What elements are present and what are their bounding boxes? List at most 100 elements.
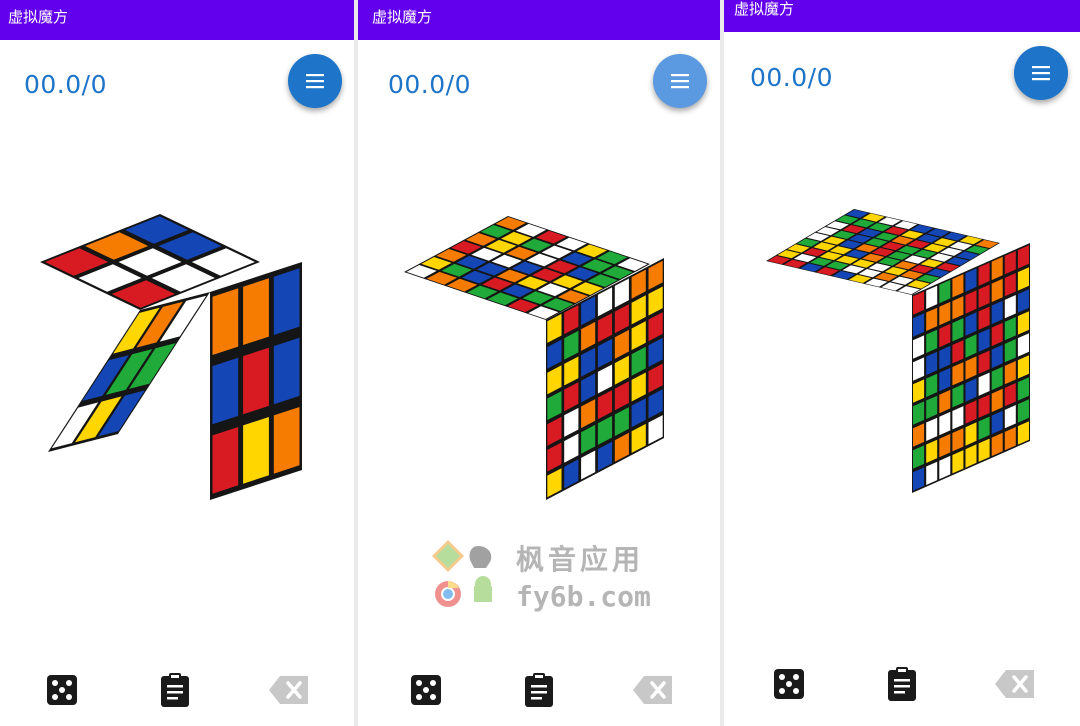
scramble-button[interactable] — [406, 670, 446, 710]
front-face-sticker — [489, 354, 507, 370]
menu-icon — [1032, 66, 1050, 81]
history-button[interactable] — [519, 670, 559, 710]
front-face-sticker — [867, 325, 881, 339]
front-face-sticker — [807, 385, 821, 399]
menu-button[interactable] — [288, 54, 342, 108]
front-face-sticker — [432, 405, 449, 420]
clipboard-icon — [161, 673, 189, 707]
front-face-sticker — [882, 310, 896, 324]
front-face-sticker — [837, 355, 851, 369]
app-title: 虚拟魔方 — [372, 8, 433, 26]
cube-panel-9x9: 虚拟魔方 00.0/0 — [724, 0, 1080, 726]
backspace-icon — [633, 676, 672, 704]
timer-display: 00.0/0 — [24, 70, 107, 99]
front-face-sticker — [489, 354, 507, 370]
bottom-toolbar — [724, 664, 1080, 704]
front-face-sticker — [432, 405, 449, 420]
front-face-sticker — [852, 340, 866, 354]
app-bar: 虚拟魔方 — [724, 0, 1080, 32]
timer-display: 00.0/0 — [388, 70, 471, 99]
front-face-sticker — [852, 340, 866, 354]
backspace-button[interactable] — [630, 670, 676, 710]
front-face-sticker — [432, 405, 449, 420]
front-face-sticker — [792, 400, 806, 414]
rubiks-cube-9x9[interactable] — [762, 205, 1052, 500]
front-face-sticker — [882, 310, 896, 324]
front-face-sticker — [852, 340, 866, 354]
front-face-sticker — [852, 340, 866, 354]
menu-icon — [671, 74, 689, 89]
front-face-sticker — [777, 415, 791, 428]
front-face-sticker — [867, 325, 881, 339]
front-face-sticker — [852, 340, 866, 354]
front-face-sticker — [470, 371, 488, 387]
clipboard-icon — [525, 673, 553, 707]
menu-button[interactable] — [1014, 46, 1068, 100]
front-face-sticker — [451, 388, 469, 404]
front-face-sticker — [509, 338, 526, 353]
right-face-sticker — [243, 278, 269, 345]
bottom-toolbar — [0, 670, 354, 710]
front-face-sticker — [882, 310, 896, 324]
backspace-button[interactable] — [992, 664, 1038, 704]
front-face-sticker — [413, 422, 430, 437]
front-face-sticker — [451, 388, 469, 404]
front-face-sticker — [528, 321, 545, 336]
rubiks-cube-7x7[interactable] — [398, 210, 688, 510]
front-face-sticker — [867, 325, 881, 339]
front-face-sticker — [792, 400, 806, 414]
front-face-sticker — [867, 325, 881, 339]
front-face-sticker — [822, 370, 836, 384]
front-face-sticker — [792, 400, 806, 414]
front-face-sticker — [470, 371, 488, 387]
front-face-sticker — [822, 370, 836, 384]
right-face-sticker — [212, 427, 239, 494]
front-face-sticker — [852, 340, 866, 354]
history-button[interactable] — [882, 664, 922, 704]
history-button[interactable] — [155, 670, 195, 710]
app-bar: 虚拟魔方 — [358, 0, 720, 40]
front-face-sticker — [867, 325, 881, 339]
right-face-sticker — [273, 407, 300, 474]
front-face-sticker — [509, 338, 526, 353]
front-face-sticker — [413, 422, 430, 437]
watermark-logo-icon — [432, 540, 492, 607]
front-face-sticker — [807, 385, 821, 399]
menu-icon — [306, 74, 324, 89]
front-face-sticker — [777, 415, 791, 428]
rubiks-cube-3x3[interactable] — [30, 200, 320, 510]
front-face-sticker — [528, 321, 545, 336]
front-face-sticker — [777, 415, 791, 428]
front-face-sticker — [837, 355, 851, 369]
front-face-sticker — [509, 338, 526, 353]
scramble-button[interactable] — [769, 664, 809, 704]
backspace-icon — [995, 670, 1034, 698]
front-face-sticker — [489, 354, 507, 370]
backspace-button[interactable] — [266, 670, 312, 710]
front-face-sticker — [837, 355, 851, 369]
menu-button[interactable] — [653, 54, 707, 108]
front-face-sticker — [792, 400, 806, 414]
front-face-sticker — [777, 415, 791, 428]
dice-icon — [411, 675, 441, 705]
front-face-sticker — [897, 296, 911, 309]
front-face-sticker — [489, 354, 507, 370]
front-face-sticker — [413, 422, 430, 437]
front-face-sticker — [792, 400, 806, 414]
front-face-sticker — [413, 422, 430, 437]
front-face-sticker — [528, 321, 545, 336]
front-face-sticker — [882, 310, 896, 324]
watermark-text-cn: 枫音应用 — [516, 543, 645, 576]
front-face-sticker — [432, 405, 449, 420]
front-face-sticker — [432, 405, 449, 420]
front-face-sticker — [837, 355, 851, 369]
front-face-sticker — [837, 355, 851, 369]
front-face-sticker — [837, 355, 851, 369]
front-face-sticker — [528, 321, 545, 336]
clipboard-icon — [888, 667, 916, 701]
front-face-sticker — [867, 325, 881, 339]
front-face-sticker — [822, 370, 836, 384]
scramble-button[interactable] — [42, 670, 82, 710]
front-face-sticker — [451, 388, 469, 404]
front-face-sticker — [470, 371, 488, 387]
